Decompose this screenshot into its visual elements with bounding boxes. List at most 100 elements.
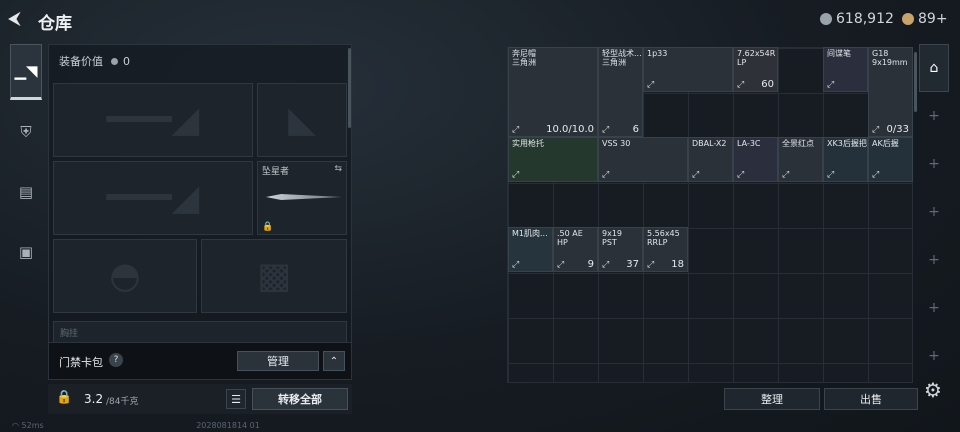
silver-coin-icon bbox=[110, 58, 118, 65]
item-name: 1p33 bbox=[647, 49, 668, 58]
item-name: VSS 30 bbox=[602, 139, 631, 148]
armor-slot[interactable]: ▩ bbox=[201, 239, 347, 313]
vest-silhouette-icon: ▩ bbox=[256, 255, 292, 297]
knife-icon bbox=[266, 194, 342, 200]
lock-icon: 🔒 bbox=[56, 390, 73, 405]
found-in-raid-icon: ⤢ bbox=[737, 80, 745, 90]
stash-item[interactable]: .50 AE HP 9 ⤢ bbox=[553, 227, 598, 272]
found-in-raid-icon: ⤢ bbox=[557, 260, 565, 270]
pistol-slot[interactable]: ◣ bbox=[257, 83, 347, 157]
rifle-silhouette-icon: ━━━◢ bbox=[106, 99, 200, 141]
item-name: LA-3C bbox=[737, 139, 761, 148]
currency-gold[interactable]: 89+ bbox=[902, 11, 948, 27]
list-icon[interactable]: ☰ bbox=[226, 389, 246, 409]
stash-scrollbar[interactable] bbox=[914, 52, 917, 112]
found-in-raid-icon: ⤢ bbox=[827, 170, 835, 180]
helmet-silhouette-icon: ◓ bbox=[109, 255, 141, 297]
found-in-raid-icon: ⤢ bbox=[512, 125, 520, 135]
pistol-silhouette-icon: ◣ bbox=[288, 99, 316, 141]
stash-item[interactable]: VSS 30 ⤢ bbox=[598, 137, 688, 182]
found-in-raid-icon: ⤢ bbox=[872, 125, 880, 135]
item-name: DBAL-X2 bbox=[692, 139, 727, 148]
chest-rig-slot[interactable]: 胸挂 bbox=[53, 321, 347, 343]
add-page-icon[interactable]: + bbox=[919, 188, 949, 236]
sort-button[interactable]: 整理 bbox=[724, 388, 820, 410]
manage-button[interactable]: 管理 bbox=[237, 351, 319, 371]
add-page-icon[interactable]: + bbox=[919, 332, 949, 380]
stash-pages: ⌂ + + + + + + bbox=[919, 44, 949, 384]
weapon-tab-icon[interactable]: ▁◥ bbox=[10, 44, 42, 100]
stash-item[interactable]: 轻型战术... 三角洲 6 ⤢ bbox=[598, 47, 643, 137]
found-in-raid-icon: ⤢ bbox=[602, 170, 610, 180]
item-name: 5.56x45 RRLP bbox=[647, 229, 680, 247]
equipment-panel: 装备价值 0 ━━━◢ ◣ ━━━◢ 坠星者 ⇆ 🔒 ◓ ▩ 胸挂 bbox=[48, 44, 352, 344]
primary-weapon-slot[interactable]: ━━━◢ bbox=[53, 83, 253, 157]
stash-item[interactable]: 7.62x54R LP 60 ⤢ bbox=[733, 47, 778, 92]
stash-item[interactable]: 9x19 PST 37 ⤢ bbox=[598, 227, 643, 272]
gear-icon[interactable]: ⚙ bbox=[924, 378, 942, 402]
item-count: 10.0/10.0 bbox=[546, 124, 594, 135]
backpack-tab-icon[interactable]: ▤ bbox=[10, 164, 42, 220]
add-page-icon[interactable]: + bbox=[919, 140, 949, 188]
stash-item[interactable]: G18 9x19mm 0/33 ⤢ bbox=[868, 47, 913, 137]
add-page-icon[interactable]: + bbox=[919, 92, 949, 140]
found-in-raid-icon: ⤢ bbox=[827, 80, 835, 90]
briefcase-tab-icon[interactable]: ▣ bbox=[10, 224, 42, 280]
capacity-bar: 🔒 3.2 /84千克 ☰ 转移全部 bbox=[48, 384, 352, 414]
secondary-weapon-slot[interactable]: ━━━◢ bbox=[53, 161, 253, 235]
stash-item[interactable]: 间谍笔 ⤢ bbox=[823, 47, 868, 92]
item-count: 0/33 bbox=[886, 124, 909, 135]
item-count: 6 bbox=[632, 124, 639, 135]
item-name: XK3后握把 bbox=[827, 139, 867, 148]
stash-item[interactable]: LA-3C ⤢ bbox=[733, 137, 778, 182]
item-name: 7.62x54R LP bbox=[737, 49, 776, 67]
help-icon[interactable]: ? bbox=[109, 353, 123, 367]
helmet-slot[interactable]: ◓ bbox=[53, 239, 197, 313]
melee-slot[interactable]: 坠星者 ⇆ 🔒 bbox=[257, 161, 347, 235]
transfer-all-button[interactable]: 转移全部 bbox=[252, 388, 348, 410]
stash-item[interactable]: 1p33 ⤢ bbox=[643, 47, 733, 92]
found-in-raid-icon: ⤢ bbox=[782, 170, 790, 180]
keycard-pouch-bar: 门禁卡包 ? 管理 ⌃ bbox=[48, 342, 352, 380]
stash-item[interactable]: DBAL-X2 ⤢ bbox=[688, 137, 733, 182]
item-name: M1肌肉... bbox=[512, 229, 548, 238]
item-name: 9x19 PST bbox=[602, 229, 623, 247]
chevron-up-icon[interactable]: ⌃ bbox=[323, 351, 345, 371]
found-in-raid-icon: ⤢ bbox=[872, 170, 880, 180]
item-name: 间谍笔 bbox=[827, 49, 851, 58]
stash-item[interactable]: M1肌肉... ⤢ bbox=[508, 227, 553, 272]
stash-item[interactable]: 全景红点 ⤢ bbox=[778, 137, 823, 182]
item-name: .50 AE HP bbox=[557, 229, 583, 247]
equipment-value: 装备价值 0 bbox=[59, 55, 130, 68]
melee-name: 坠星者 bbox=[262, 167, 290, 177]
stash-item[interactable]: 奔尼帽 三角洲 10.0/10.0 ⤢ bbox=[508, 47, 598, 137]
stash-item[interactable]: XK3后握把 ⤢ bbox=[823, 137, 868, 182]
item-name: 轻型战术... 三角洲 bbox=[602, 49, 642, 67]
gold-coin-icon bbox=[902, 13, 914, 25]
top-bar: ⮜ 仓库 618,912 89+ bbox=[0, 0, 960, 40]
item-name: 实用枪托 bbox=[512, 139, 544, 148]
found-in-raid-icon: ⤢ bbox=[737, 170, 745, 180]
stash-item[interactable]: 5.56x45 RRLP 18 ⤢ bbox=[643, 227, 688, 272]
stash-item[interactable]: 实用枪托 ⤢ bbox=[508, 137, 598, 182]
found-in-raid-icon: ⤢ bbox=[602, 125, 610, 135]
item-name: 全景红点 bbox=[782, 139, 814, 148]
item-name: 奔尼帽 三角洲 bbox=[512, 49, 536, 67]
stash-home-icon[interactable]: ⌂ bbox=[919, 44, 949, 92]
stash-item[interactable]: AK后握 ⤢ bbox=[868, 137, 913, 182]
item-count: 9 bbox=[587, 259, 594, 270]
item-count: 37 bbox=[626, 259, 639, 270]
item-count: 60 bbox=[761, 79, 774, 90]
armor-tab-icon[interactable]: ⛨ bbox=[10, 104, 42, 160]
found-in-raid-icon: ⤢ bbox=[602, 260, 610, 270]
page-title: 仓库 bbox=[38, 14, 72, 34]
equipment-scrollbar[interactable] bbox=[348, 48, 351, 128]
lock-icon: 🔒 bbox=[262, 222, 274, 232]
add-page-icon[interactable]: + bbox=[919, 284, 949, 332]
back-arrow-icon[interactable]: ⮜ bbox=[8, 8, 30, 30]
sell-button[interactable]: 出售 bbox=[824, 388, 918, 410]
capacity-value: 3.2 bbox=[84, 392, 104, 406]
add-page-icon[interactable]: + bbox=[919, 236, 949, 284]
swap-icon[interactable]: ⇆ bbox=[334, 164, 342, 174]
found-in-raid-icon: ⤢ bbox=[692, 170, 700, 180]
